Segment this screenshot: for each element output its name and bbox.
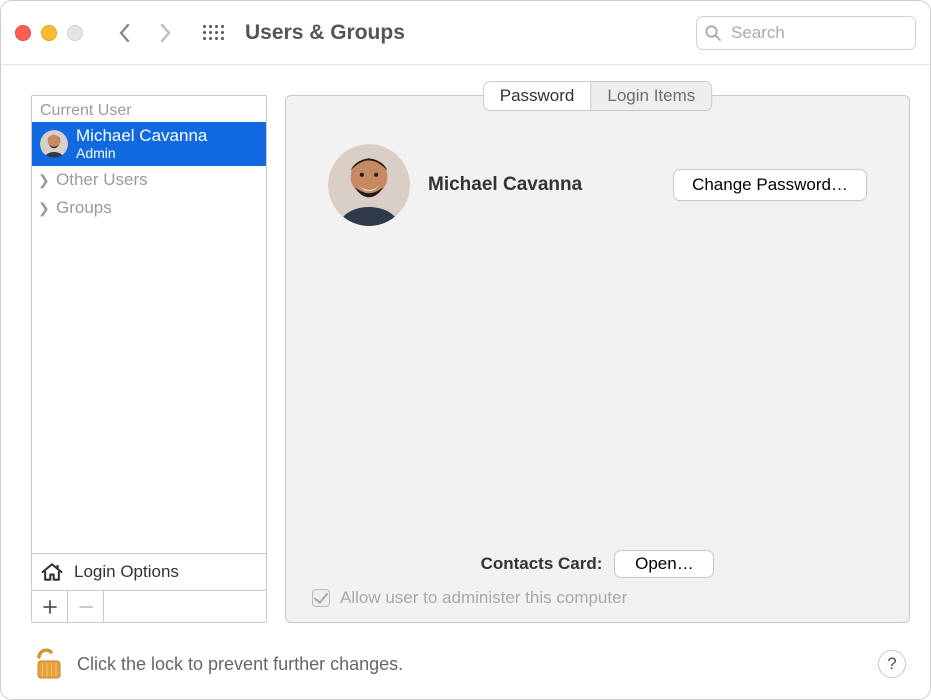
allow-admin-checkbox (312, 589, 330, 607)
help-button[interactable]: ? (878, 650, 906, 678)
login-options-row[interactable]: Login Options (32, 553, 266, 590)
chevron-right-icon: ❯ (38, 200, 50, 217)
zoom-window-button[interactable] (67, 25, 83, 41)
close-window-button[interactable] (15, 25, 31, 41)
login-options-label: Login Options (74, 562, 179, 582)
footer: Click the lock to prevent further change… (31, 623, 910, 687)
lock-open-icon[interactable] (35, 647, 63, 681)
minimize-window-button[interactable] (41, 25, 57, 41)
chevron-left-icon (118, 22, 132, 44)
show-all-preferences-button[interactable] (197, 17, 229, 49)
content: Current User (1, 65, 930, 699)
current-user-name: Michael Cavanna (76, 127, 207, 146)
window-controls (15, 25, 83, 41)
avatar-icon (40, 130, 68, 158)
add-user-button[interactable] (32, 591, 68, 622)
sidebar-other-users-label: Other Users (56, 170, 148, 190)
panes: Current User (31, 95, 910, 623)
add-remove-bar (31, 591, 267, 623)
back-button[interactable] (109, 17, 141, 49)
contacts-card-row: Contacts Card: Open… (304, 550, 891, 578)
lock-text: Click the lock to prevent further change… (77, 654, 403, 675)
nav-buttons (109, 17, 181, 49)
main-pane: Password Login Items (285, 95, 910, 623)
plus-icon (43, 600, 57, 614)
avatar-large[interactable] (328, 144, 410, 226)
change-password-button[interactable]: Change Password… (673, 169, 867, 201)
chevron-right-icon (158, 22, 172, 44)
sidebar-groups[interactable]: ❯ Groups (32, 194, 266, 222)
tab-password[interactable]: Password (484, 82, 591, 110)
sidebar: Current User (31, 95, 267, 623)
sidebar-groups-label: Groups (56, 198, 112, 218)
user-list: Current User (31, 95, 267, 591)
grid-icon (203, 25, 224, 40)
current-user-info: Michael Cavanna Admin (76, 127, 207, 161)
allow-admin-row: Allow user to administer this computer (304, 588, 891, 608)
toolbar: Users & Groups (1, 1, 930, 65)
main-user-name: Michael Cavanna (428, 174, 582, 196)
tab-login-items[interactable]: Login Items (590, 82, 711, 110)
contacts-card-label: Contacts Card: (481, 554, 603, 574)
open-contacts-button[interactable]: Open… (614, 550, 714, 578)
forward-button[interactable] (149, 17, 181, 49)
search-icon (704, 24, 722, 42)
search-input[interactable] (696, 16, 916, 50)
window-title: Users & Groups (245, 21, 405, 45)
sidebar-current-user-row[interactable]: Michael Cavanna Admin (32, 122, 266, 166)
sidebar-other-users[interactable]: ❯ Other Users (32, 166, 266, 194)
lock-group: Click the lock to prevent further change… (35, 647, 403, 681)
user-header: Michael Cavanna Change Password… (328, 144, 867, 226)
current-user-section-label: Current User (32, 96, 266, 122)
tabs: Password Login Items (483, 81, 713, 111)
allow-admin-label: Allow user to administer this computer (340, 588, 627, 608)
remove-user-button[interactable] (68, 591, 104, 622)
search-wrap (696, 16, 916, 50)
chevron-right-icon: ❯ (38, 172, 50, 189)
home-icon (40, 561, 64, 583)
current-user-role: Admin (76, 146, 207, 161)
minus-icon (79, 600, 93, 614)
